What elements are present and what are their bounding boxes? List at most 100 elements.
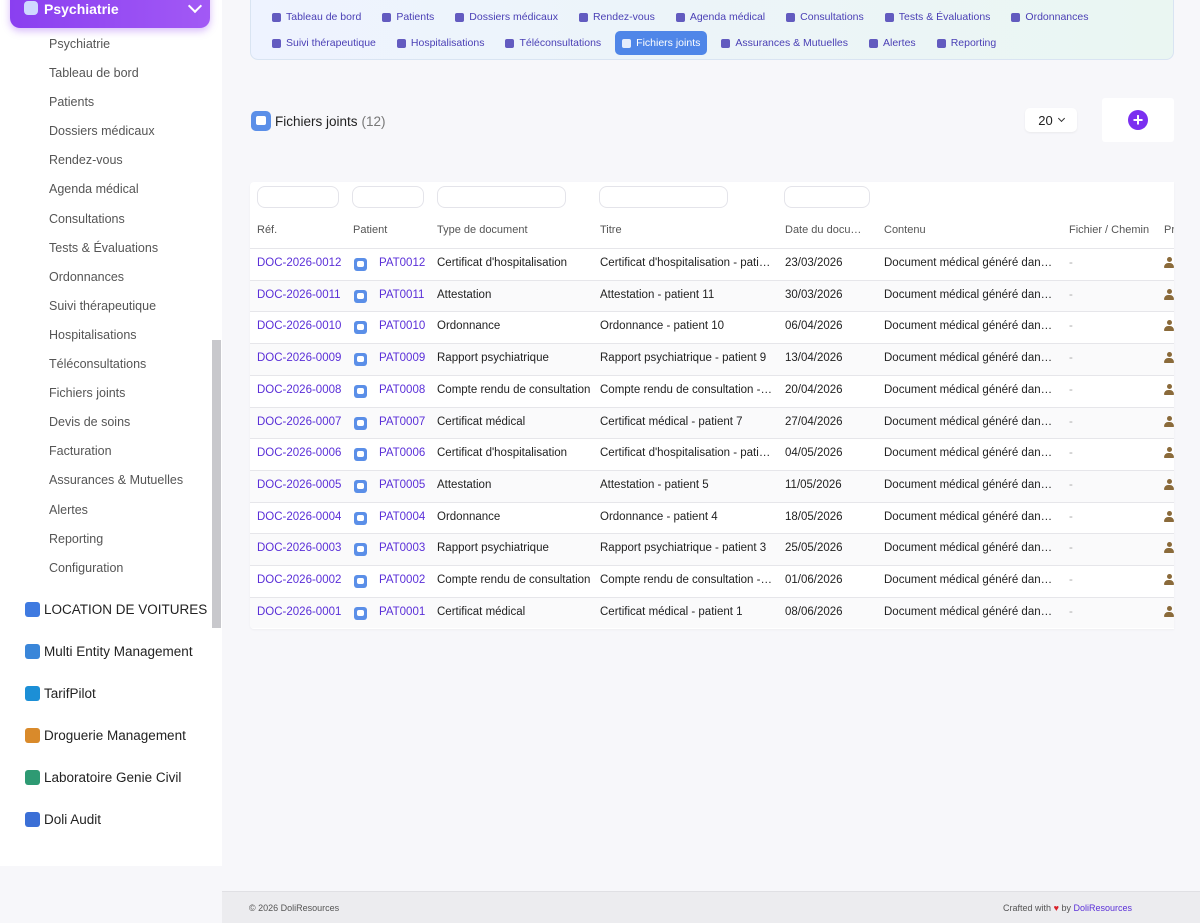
tab-alertes[interactable]: Alertes <box>862 31 923 55</box>
column-header-type[interactable]: Type de document <box>437 224 528 236</box>
cell-patient[interactable]: PAT0001 <box>379 606 425 618</box>
cell-ref[interactable]: DOC-2026-0009 <box>257 352 341 364</box>
sidebar-item-dossiers-medicaux[interactable]: Dossiers médicaux <box>0 117 212 146</box>
column-header-ref[interactable]: Réf. <box>257 224 277 236</box>
sidebar-item-agenda-medical[interactable]: Agenda médical <box>0 175 212 204</box>
cell-ref[interactable]: DOC-2026-0001 <box>257 606 341 618</box>
footer-brand-link[interactable]: DoliResources <box>1073 903 1132 913</box>
cell-patient[interactable]: PAT0003 <box>379 542 425 554</box>
sidebar-item-rendez-vous[interactable]: Rendez-vous <box>0 146 212 175</box>
module-location-de-voitures[interactable]: LOCATION DE VOITURES <box>0 588 212 630</box>
module-header-psychiatrie[interactable]: Psychiatrie <box>10 0 210 28</box>
cell-content: Document médical généré dans… <box>884 383 1054 396</box>
cell-patient[interactable]: PAT0002 <box>379 574 425 586</box>
tab-dossiers-medicaux[interactable]: Dossiers médicaux <box>448 5 565 29</box>
tab-patients[interactable]: Patients <box>375 5 441 29</box>
cell-patient[interactable]: PAT0005 <box>379 479 425 491</box>
cell-patient[interactable]: PAT0011 <box>379 289 424 301</box>
add-record-button[interactable]: + <box>1128 110 1148 130</box>
filter-type-input[interactable] <box>437 186 566 208</box>
chevron-down-icon[interactable] <box>187 0 203 14</box>
sidebar-item-suivi-therapeutique[interactable]: Suivi thérapeutique <box>0 292 212 321</box>
cell-ref[interactable]: DOC-2026-0008 <box>257 384 341 396</box>
table-row: DOC-2026-0003 PAT0003 Rapport psychiatriqu… <box>250 533 1174 565</box>
column-header-file[interactable]: Fichier / Chemin <box>1069 224 1149 236</box>
tab-ordonnances[interactable]: Ordonnances <box>1004 5 1095 29</box>
sidebar-item-tests-evaluations[interactable]: Tests & Évaluations <box>0 234 212 263</box>
heart-icon: ♥ <box>1053 903 1059 913</box>
sidebar-item-consultations[interactable]: Consultations <box>0 205 212 234</box>
tab-hospitalisations[interactable]: Hospitalisations <box>390 31 492 55</box>
cell-date: 01/06/2026 <box>785 574 843 586</box>
doli-audit-icon <box>25 811 40 827</box>
sidebar-item-reporting[interactable]: Reporting <box>0 525 212 554</box>
cell-patient[interactable]: PAT0006 <box>379 447 425 459</box>
cell-ref[interactable]: DOC-2026-0002 <box>257 574 341 586</box>
module-doli-audit[interactable]: Doli Audit <box>0 798 212 840</box>
tab-assurances-mutuelles[interactable]: Assurances & Mutuelles <box>714 31 855 55</box>
cell-content: Document médical généré dans… <box>884 288 1054 301</box>
module-top-nav: Tableau de bord Patients Dossiers médicaux… <box>250 0 1174 60</box>
tab-label: Tableau de bord <box>286 11 362 23</box>
cell-type: Compte rendu de consultation <box>437 383 591 396</box>
sidebar-item-configuration[interactable]: Configuration <box>0 554 212 583</box>
tab-suivi-therapeutique[interactable]: Suivi thérapeutique <box>265 31 383 55</box>
cell-patient[interactable]: PAT0009 <box>379 352 425 364</box>
cell-date: 30/03/2026 <box>785 288 843 301</box>
sidebar-item-hospitalisations[interactable]: Hospitalisations <box>0 321 212 350</box>
sidebar-scrollbar[interactable] <box>212 340 221 628</box>
filter-ref-input[interactable] <box>257 186 339 208</box>
module-multi-entity-management[interactable]: Multi Entity Management <box>0 630 212 672</box>
sidebar-item-psychiatrie[interactable]: Psychiatrie <box>0 30 212 59</box>
cell-ref[interactable]: DOC-2026-0010 <box>257 320 341 332</box>
column-header-patient[interactable]: Patient <box>353 224 387 236</box>
cell-patient[interactable]: PAT0004 <box>379 511 425 523</box>
sidebar-item-tableau-de-bord[interactable]: Tableau de bord <box>0 59 212 88</box>
tab-tests-evaluations[interactable]: Tests & Évaluations <box>878 5 998 29</box>
sidebar-item-alertes[interactable]: Alertes <box>0 496 212 525</box>
module-tarifpilot[interactable]: TarifPilot <box>0 672 212 714</box>
cell-ref[interactable]: DOC-2026-0007 <box>257 416 341 428</box>
ordonnances-icon <box>1011 12 1021 22</box>
cell-ref[interactable]: DOC-2026-0006 <box>257 447 341 459</box>
cell-patient[interactable]: PAT0007 <box>379 416 425 428</box>
patient-icon <box>354 321 367 335</box>
table-row: DOC-2026-0008 PAT0008 Compte rendu de cons… <box>250 374 1174 407</box>
tab-teleconsultations[interactable]: Téléconsultations <box>498 31 608 55</box>
filter-patient-input[interactable] <box>352 186 424 208</box>
column-header-owner[interactable]: Pr <box>1164 224 1174 236</box>
footer-copyright: © 2026 DoliResources <box>249 903 340 913</box>
module-laboratoire-genie-civil[interactable]: Laboratoire Genie Civil <box>0 756 212 798</box>
cell-ref[interactable]: DOC-2026-0012 <box>257 257 341 269</box>
cell-ref[interactable]: DOC-2026-0003 <box>257 542 341 554</box>
attachment-icon <box>251 111 271 131</box>
table-row: DOC-2026-0009 PAT0009 Rapport psychiatriqu… <box>250 343 1174 375</box>
tab-tableau-de-bord[interactable]: Tableau de bord <box>265 5 368 29</box>
module-droguerie-management[interactable]: Droguerie Management <box>0 714 212 756</box>
cell-ref[interactable]: DOC-2026-0005 <box>257 479 341 491</box>
sidebar-item-fichiers-joints[interactable]: Fichiers joints <box>0 379 212 408</box>
sidebar-item-patients[interactable]: Patients <box>0 88 212 117</box>
cell-ref[interactable]: DOC-2026-0004 <box>257 511 341 523</box>
tab-reporting[interactable]: Reporting <box>930 31 1004 55</box>
column-header-content[interactable]: Contenu <box>884 224 926 236</box>
tab-rendez-vous[interactable]: Rendez-vous <box>572 5 662 29</box>
cell-ref[interactable]: DOC-2026-0011 <box>257 289 341 301</box>
cell-patient[interactable]: PAT0010 <box>379 320 425 332</box>
tab-consultations[interactable]: Consultations <box>779 5 871 29</box>
cell-patient[interactable]: PAT0012 <box>379 257 425 269</box>
column-header-date[interactable]: Date du docu… <box>785 224 861 236</box>
column-header-title[interactable]: Titre <box>600 224 622 236</box>
sidebar-item-assurances-mutuelles[interactable]: Assurances & Mutuelles <box>0 466 212 495</box>
sidebar-item-facturation[interactable]: Facturation <box>0 437 212 466</box>
filter-title-input[interactable] <box>599 186 728 208</box>
tab-fichiers-joints[interactable]: Fichiers joints <box>615 31 708 55</box>
sidebar-item-ordonnances[interactable]: Ordonnances <box>0 263 212 292</box>
sidebar-item-devis-de-soins[interactable]: Devis de soins <box>0 408 212 437</box>
per-page-select[interactable]: 20 <box>1025 108 1077 132</box>
reporting-icon <box>936 38 946 48</box>
cell-patient[interactable]: PAT0008 <box>379 384 425 396</box>
filter-date-input[interactable] <box>784 186 870 208</box>
tab-agenda-medical[interactable]: Agenda médical <box>669 5 772 29</box>
sidebar-item-teleconsultations[interactable]: Téléconsultations <box>0 350 212 379</box>
